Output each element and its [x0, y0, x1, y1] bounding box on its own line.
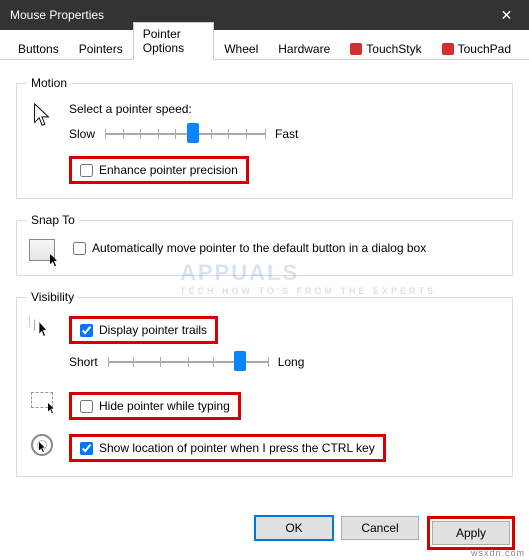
highlight-enhance: Enhance pointer precision — [69, 156, 249, 184]
pointer-trails-input[interactable] — [80, 324, 93, 337]
tab-hardware[interactable]: Hardware — [268, 37, 340, 60]
legend-motion: Motion — [27, 76, 71, 90]
enhance-precision-input[interactable] — [80, 164, 93, 177]
label-slow: Slow — [69, 127, 95, 141]
snap-to-input[interactable] — [73, 242, 86, 255]
legend-snap: Snap To — [27, 213, 79, 227]
enhance-precision-checkbox[interactable]: Enhance pointer precision — [76, 161, 242, 179]
hide-while-typing-checkbox[interactable]: Hide pointer while typing — [76, 397, 234, 415]
close-icon[interactable]: ✕ — [484, 0, 529, 30]
highlight-hide-typing: Hide pointer while typing — [69, 392, 241, 420]
trail-length-slider[interactable] — [108, 350, 268, 374]
cancel-button[interactable]: Cancel — [341, 516, 419, 540]
apply-button[interactable]: Apply — [432, 521, 510, 545]
group-snap-to: Snap To Automatically move pointer to th… — [16, 213, 513, 276]
highlight-apply: Apply — [427, 516, 515, 550]
ctrl-locate-icon — [31, 434, 53, 456]
hide-typing-icon — [31, 392, 53, 408]
highlight-trails: Display pointer trails — [69, 316, 218, 344]
legend-visibility: Visibility — [27, 290, 78, 304]
tab-pointers[interactable]: Pointers — [69, 37, 133, 60]
cursor-icon — [31, 102, 53, 128]
touchstyk-icon — [350, 43, 362, 55]
label-short: Short — [69, 355, 98, 369]
tab-buttons[interactable]: Buttons — [8, 37, 69, 60]
tab-panel: Motion Select a pointer speed: Slow — [0, 60, 529, 507]
label-long: Long — [278, 355, 305, 369]
touchpad-icon — [442, 43, 454, 55]
ctrl-locate-checkbox[interactable]: Show location of pointer when I press th… — [76, 439, 379, 457]
group-motion: Motion Select a pointer speed: Slow — [16, 76, 513, 199]
credit-text: wsxdn.com — [471, 548, 525, 558]
window-title: Mouse Properties — [10, 8, 104, 22]
hide-while-typing-input[interactable] — [80, 400, 93, 413]
label-fast: Fast — [275, 127, 298, 141]
trails-icon — [29, 316, 55, 338]
ctrl-locate-input[interactable] — [80, 442, 93, 455]
highlight-ctrl-locate: Show location of pointer when I press th… — [69, 434, 386, 462]
ok-button[interactable]: OK — [255, 516, 333, 540]
tab-wheel[interactable]: Wheel — [214, 37, 268, 60]
dialog-buttons: OK Cancel Apply — [255, 516, 515, 550]
snap-icon — [29, 239, 55, 261]
pointer-speed-slider[interactable] — [105, 122, 265, 146]
pointer-trails-checkbox[interactable]: Display pointer trails — [76, 321, 211, 339]
titlebar: Mouse Properties ✕ — [0, 0, 529, 30]
group-visibility: Visibility Display pointer trails Shor — [16, 290, 513, 477]
tab-touchpad[interactable]: TouchPad — [432, 37, 521, 60]
motion-caption: Select a pointer speed: — [69, 102, 502, 116]
tab-touchstyk[interactable]: TouchStyk — [340, 37, 431, 60]
snap-to-checkbox[interactable]: Automatically move pointer to the defaul… — [69, 239, 502, 257]
tabstrip: Buttons Pointers Pointer Options Wheel H… — [0, 30, 529, 60]
tab-pointer-options[interactable]: Pointer Options — [133, 22, 214, 60]
